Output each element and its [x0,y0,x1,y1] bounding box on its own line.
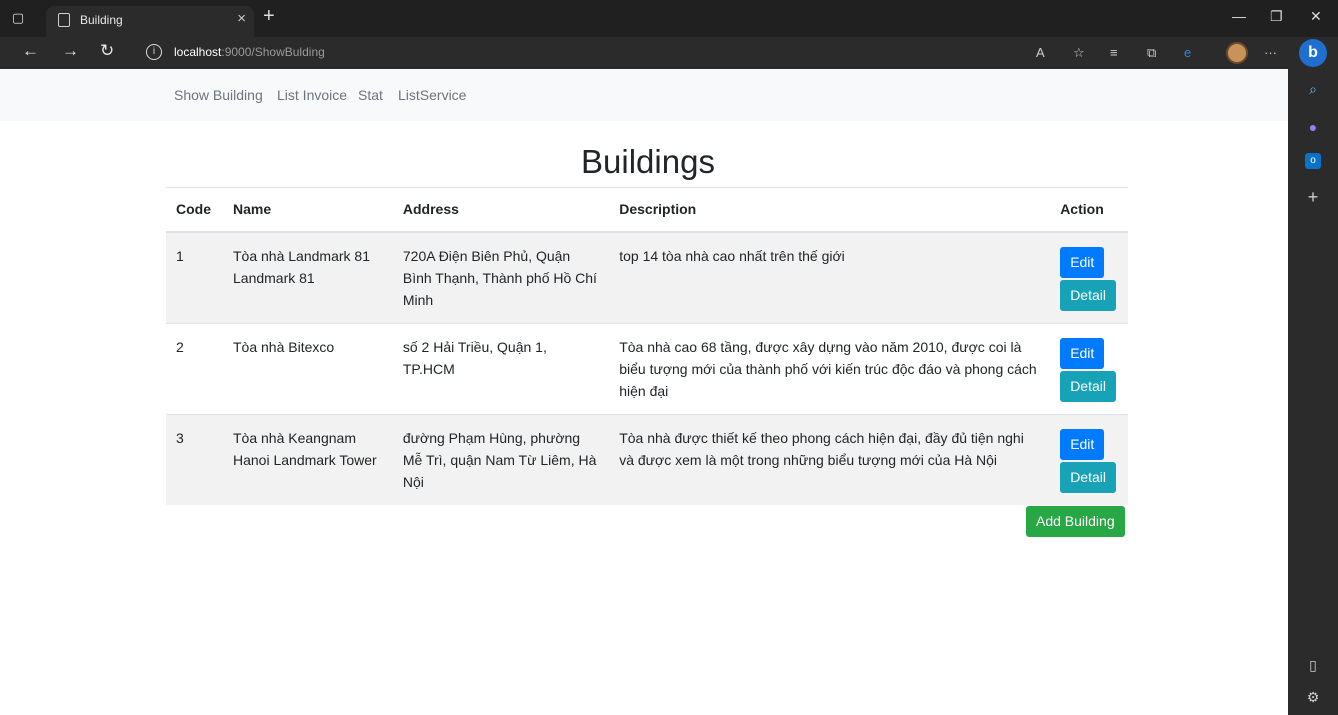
tab-title: Building [80,13,123,27]
nav-stat[interactable]: Stat [358,87,383,103]
cell-code: 1 [166,231,223,323]
cell-name: Tòa nhà Bitexco [223,322,393,414]
forward-icon[interactable]: → [62,41,79,61]
page-icon [58,13,70,27]
favorites-list-icon[interactable]: ≡ [1110,45,1118,60]
url-host: localhost [174,45,222,59]
cell-name: Tòa nhà Landmark 81 Landmark 81 [223,231,393,323]
address-bar-row: ← → ↻ i localhost:9000/ShowBulding A ☆ ≡… [0,37,1338,69]
more-menu-icon[interactable]: ··· [1264,45,1277,60]
buildings-table: Code Name Address Description Action 1 T… [166,187,1128,505]
url-field[interactable]: i localhost:9000/ShowBulding [138,40,1088,66]
cell-code: 2 [166,322,223,414]
sidebar-settings-icon[interactable]: ⚙ [1305,689,1321,705]
edit-button[interactable]: Edit [1060,337,1105,369]
cell-name: Tòa nhà Keangnam Hanoi Landmark Tower [223,413,393,505]
table-row: 3 Tòa nhà Keangnam Hanoi Landmark Tower … [166,413,1128,505]
close-window-icon[interactable]: ✕ [1310,8,1322,25]
bing-copilot-icon[interactable]: b [1299,39,1327,67]
edit-button[interactable]: Edit [1060,246,1105,278]
cell-address: số 2 Hải Triều, Quận 1, TP.HCM [392,322,610,414]
add-building-wrapper: Add Building [1026,506,1125,537]
new-tab-icon[interactable]: + [263,5,275,28]
tab-actions-icon[interactable]: ▢ [8,8,28,28]
add-building-button[interactable]: Add Building [1026,506,1125,537]
header-action: Action [1050,187,1128,233]
top-navbar: Show Building List Invoice Stat ListServ… [0,69,1288,121]
header-address: Address [392,187,610,233]
cell-code: 3 [166,413,223,505]
nav-show-building[interactable]: Show Building [174,87,263,103]
page-title: Buildings [581,143,715,180]
edit-button[interactable]: Edit [1060,428,1105,460]
browser-tab-bar: ▢ Building × + — ❐ ✕ [0,0,1338,37]
nav-list-invoice[interactable]: List Invoice [277,87,347,103]
cell-address: 720A Điện Biên Phủ, Quận Bình Thạnh, Thà… [392,231,610,323]
minimize-icon[interactable]: — [1232,8,1246,24]
ie-mode-icon[interactable]: e [1184,45,1191,60]
cell-action: Edit Detail [1050,322,1128,414]
web-page: Show Building List Invoice Stat ListServ… [0,69,1288,715]
table-row: 2 Tòa nhà Bitexco số 2 Hải Triều, Quận 1… [166,322,1128,414]
browser-tab[interactable]: Building × [46,6,254,37]
header-code: Code [166,187,223,233]
header-description: Description [609,187,1051,233]
hide-sidebar-icon[interactable]: ▯ [1305,657,1321,673]
detail-button[interactable]: Detail [1060,279,1116,311]
back-icon[interactable]: ← [22,41,39,61]
cell-description: Tòa nhà cao 68 tầng, được xây dựng vào n… [609,322,1051,414]
copilot-icon[interactable]: ● [1305,119,1321,135]
cell-description: Tòa nhà được thiết kế theo phong cách hi… [609,413,1051,505]
add-sidebar-app-icon[interactable]: + [1305,188,1321,206]
nav-list-service[interactable]: ListService [398,87,466,103]
close-tab-icon[interactable]: × [237,10,246,27]
search-icon[interactable]: ⌕ [1305,81,1321,97]
detail-button[interactable]: Detail [1060,461,1116,493]
site-info-icon[interactable]: i [146,44,162,60]
refresh-icon[interactable]: ↻ [100,41,114,61]
cell-action: Edit Detail [1050,413,1128,505]
restore-icon[interactable]: ❐ [1270,8,1283,25]
favorite-star-icon[interactable]: ☆ [1073,45,1085,61]
url-path: :9000/ShowBulding [221,45,325,59]
read-aloud-icon[interactable]: A [1036,45,1045,60]
header-name: Name [223,187,393,233]
table-row: 1 Tòa nhà Landmark 81 Landmark 81 720A Đ… [166,231,1128,323]
table-header-row: Code Name Address Description Action [166,187,1128,233]
cell-address: đường Phạm Hùng, phường Mễ Trì, quận Nam… [392,413,610,505]
outlook-icon[interactable]: o [1305,153,1321,169]
cell-description: top 14 tòa nhà cao nhất trên thế giới [609,231,1051,323]
collections-icon[interactable]: ⧉ [1147,45,1156,61]
detail-button[interactable]: Detail [1060,370,1116,402]
profile-avatar[interactable] [1226,42,1248,64]
cell-action: Edit Detail [1050,231,1128,323]
